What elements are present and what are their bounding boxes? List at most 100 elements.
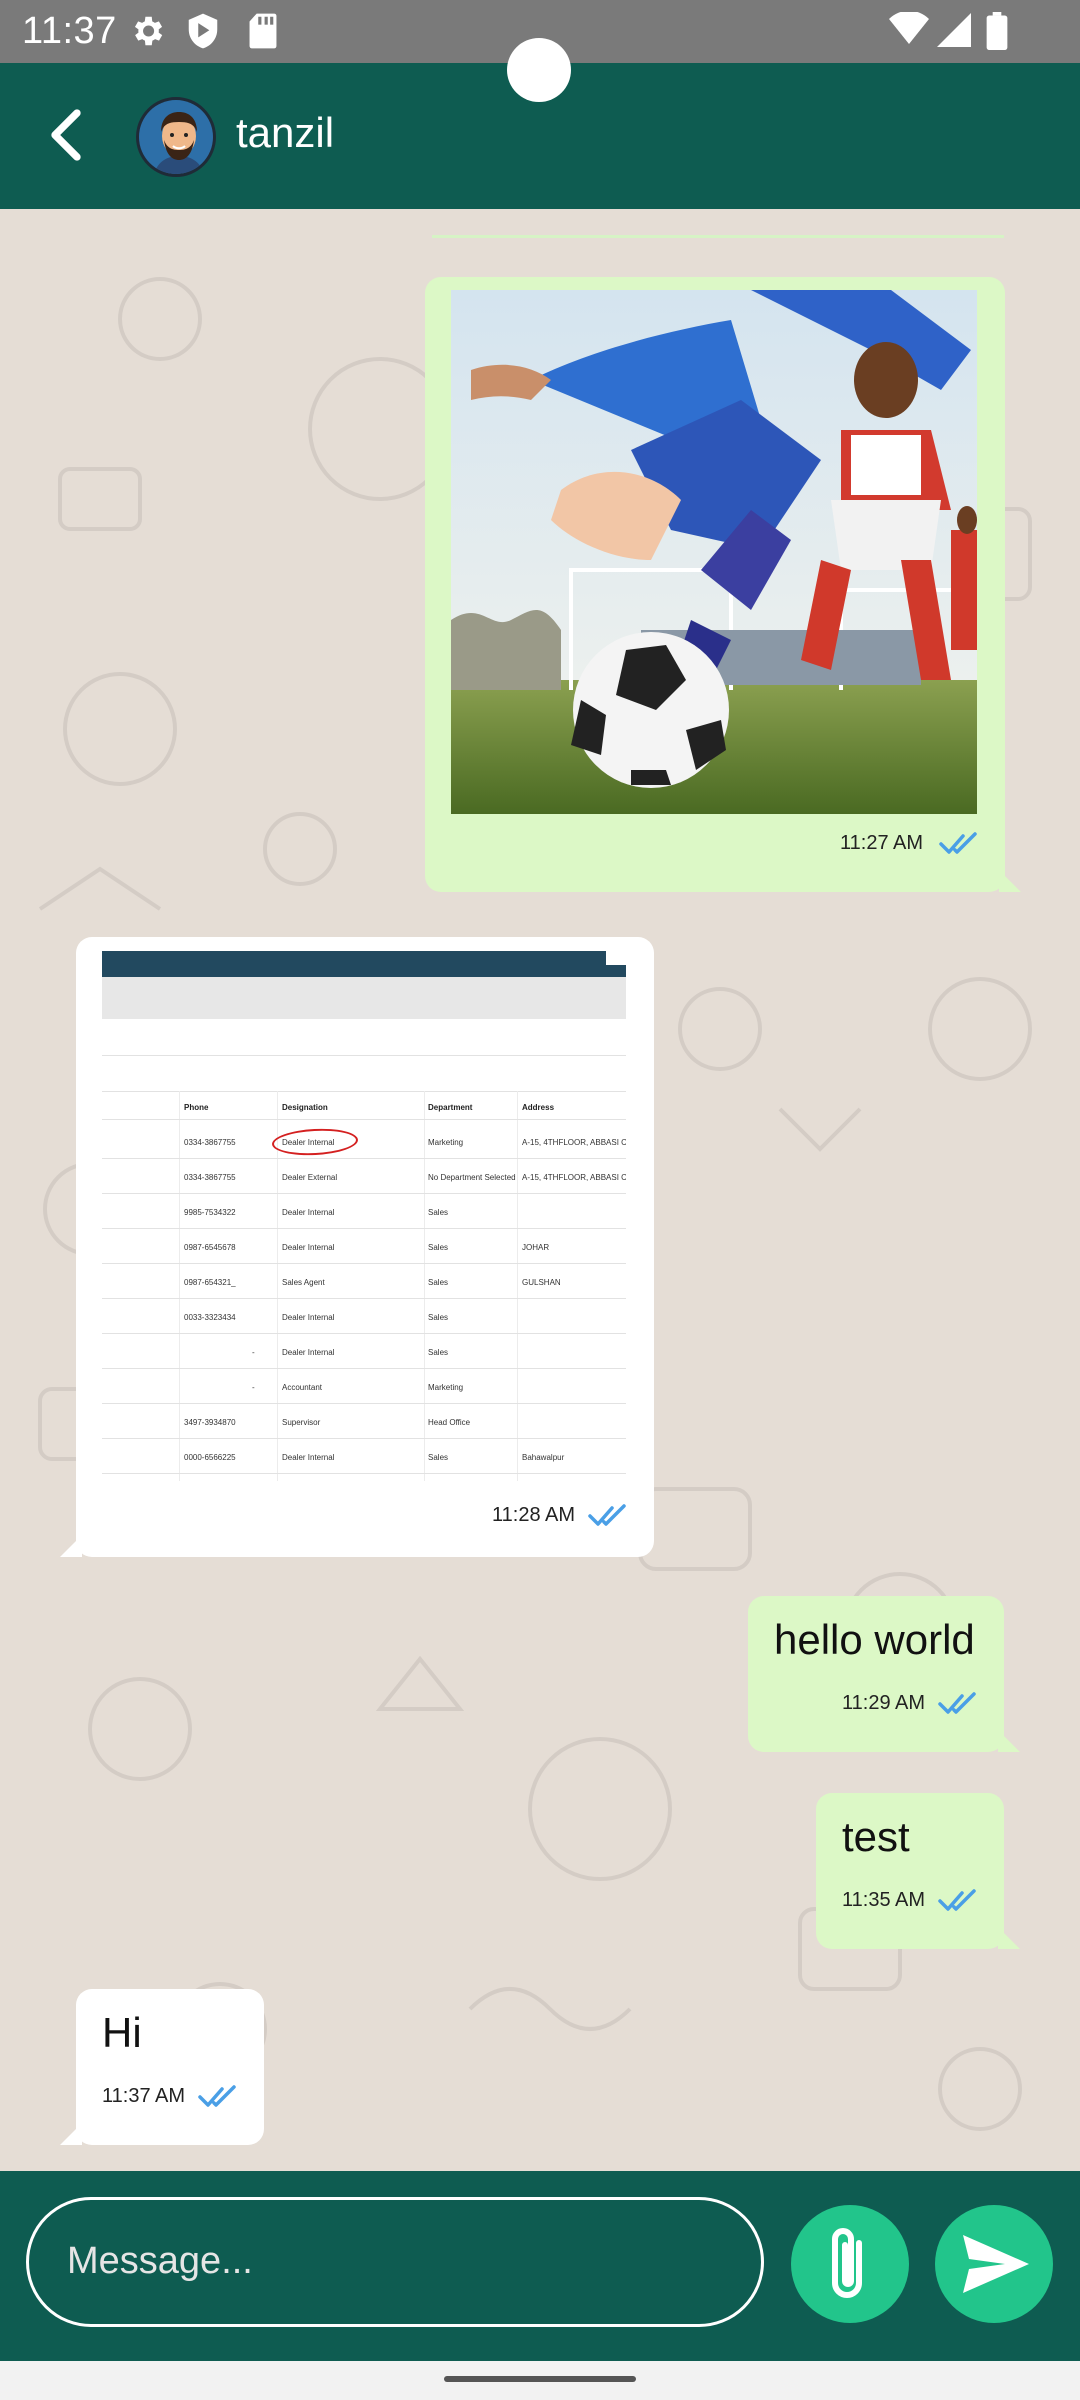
red-annotation-circle: [271, 1126, 359, 1158]
chat-area[interactable]: 11:27 AM Phone Designation Department Ad…: [0, 209, 1080, 2171]
send-button[interactable]: [935, 2205, 1053, 2323]
double-check-icon: [939, 832, 977, 854]
message-text: hello world: [774, 1616, 975, 1663]
signal-icon: [937, 13, 971, 47]
table-cell: Sales: [428, 1348, 449, 1357]
table-cell: Sales: [428, 1208, 449, 1217]
table-cell: 0000-6566225: [184, 1453, 236, 1462]
soccer-photo[interactable]: [451, 290, 977, 814]
wifi-icon: [889, 12, 929, 44]
table-cell: 0987-6545678: [184, 1243, 236, 1252]
message-time: 11:35 AM: [842, 1889, 926, 1911]
bubble-edge: [432, 235, 1004, 238]
divider: [102, 1158, 626, 1159]
table-header: Department: [428, 1103, 473, 1112]
message-placeholder: Message...: [67, 2240, 253, 2282]
table-cell: -: [252, 1348, 255, 1357]
bubble-tail: [60, 1535, 82, 1557]
settings-icon: [134, 16, 163, 46]
bubble-tail: [60, 2123, 82, 2145]
sent-text-message[interactable]: hello world 11:29 AM: [748, 1596, 1020, 1752]
attach-button[interactable]: [791, 2205, 909, 2323]
divider: [102, 1403, 626, 1404]
table-cell: 0334-3867755: [184, 1173, 236, 1182]
table-cell: 9985-7534322: [184, 1208, 236, 1217]
system-nav-bar: [0, 2361, 1080, 2400]
table-cell: 0033-3323434: [184, 1313, 236, 1322]
send-icon: [963, 2235, 1029, 2293]
table-cell: Dealer Internal: [282, 1453, 335, 1462]
table-header: Designation: [282, 1103, 328, 1112]
double-check-icon: [588, 1504, 626, 1526]
message-time: 11:28 AM: [492, 1504, 576, 1526]
table-cell: Marketing: [428, 1138, 464, 1147]
table-cell: 3497-3934870: [184, 1418, 236, 1427]
divider: [102, 1228, 626, 1229]
divider: [517, 1091, 518, 1481]
table-cell: 0334-3867755: [184, 1138, 236, 1147]
message-text: test: [842, 1813, 910, 1860]
table-cell: Accountant: [282, 1383, 323, 1392]
double-check-icon: [938, 1692, 976, 1714]
table-cell: -: [252, 1383, 255, 1392]
status-time: 11:37: [22, 10, 117, 52]
table-cell: No Department Selected: [428, 1173, 516, 1182]
bubble-tail: [999, 870, 1021, 892]
divider: [102, 1263, 626, 1264]
divider: [102, 1473, 626, 1474]
divider: [102, 1438, 626, 1439]
gesture-handle[interactable]: [444, 2376, 636, 2382]
bubble-tail: [998, 1730, 1020, 1752]
table-cell: Marketing: [428, 1383, 464, 1392]
message-input[interactable]: Message...: [26, 2197, 764, 2327]
table-cell: Sales Agent: [282, 1278, 325, 1287]
table-cell: Dealer Internal: [282, 1348, 335, 1357]
contact-name[interactable]: tanzil: [236, 109, 334, 157]
sent-text-message[interactable]: test 11:35 AM: [816, 1793, 1020, 1949]
shield-icon: [188, 13, 218, 49]
table-cell: Dealer Internal: [282, 1313, 335, 1322]
paperclip-icon: [832, 2228, 862, 2298]
table-header: Phone: [184, 1103, 209, 1112]
bubble-tail: [998, 1927, 1020, 1949]
table-screenshot[interactable]: Phone Designation Department Address 033…: [102, 951, 626, 1481]
sd-card-icon: [249, 13, 277, 49]
screenshot-toolbar: [102, 977, 626, 1019]
received-text-message[interactable]: Hi 11:37 AM: [60, 1989, 264, 2145]
back-arrow-icon[interactable]: [44, 107, 88, 163]
divider: [102, 1119, 626, 1120]
divider: [102, 1055, 626, 1056]
divider: [102, 1368, 626, 1369]
divider: [102, 1333, 626, 1334]
composer-bar: Message...: [0, 2171, 1080, 2361]
table-cell: Sales: [428, 1278, 449, 1287]
table-header: Address: [522, 1103, 555, 1112]
avatar-face-icon: [139, 100, 213, 174]
table-cell: JOHAR: [522, 1243, 550, 1252]
table-cell: 0987-654321_: [184, 1278, 236, 1287]
double-check-icon: [938, 1889, 976, 1911]
table-cell: Bahawalpur: [522, 1453, 565, 1462]
table-cell: Supervisor: [282, 1418, 321, 1427]
message-time: 11:29 AM: [842, 1692, 926, 1714]
table-cell: Sales: [428, 1243, 449, 1252]
message-time: 11:37 AM: [102, 2085, 186, 2107]
divider: [102, 1193, 626, 1194]
table-cell: Head Office: [428, 1418, 471, 1427]
topbar-tab: [606, 951, 626, 965]
received-image-message[interactable]: Phone Designation Department Address 033…: [60, 937, 654, 1557]
table-cell: Dealer External: [282, 1173, 338, 1182]
divider: [179, 1091, 180, 1481]
table-cell: Dealer Internal: [282, 1208, 335, 1217]
double-check-icon: [198, 2085, 236, 2107]
divider: [102, 1091, 626, 1092]
table-cell: Sales: [428, 1313, 449, 1322]
table-cell: A-15, 4THFLOOR, ABBASI CORNER: [522, 1173, 626, 1182]
sent-image-message[interactable]: 11:27 AM: [425, 277, 1021, 892]
battery-icon: [986, 12, 1008, 50]
table-cell: Dealer Internal: [282, 1243, 335, 1252]
message-time: 11:27 AM: [840, 832, 924, 854]
screenshot-topbar: [102, 951, 626, 977]
avatar[interactable]: [136, 97, 216, 177]
camera-cutout: [507, 38, 571, 102]
